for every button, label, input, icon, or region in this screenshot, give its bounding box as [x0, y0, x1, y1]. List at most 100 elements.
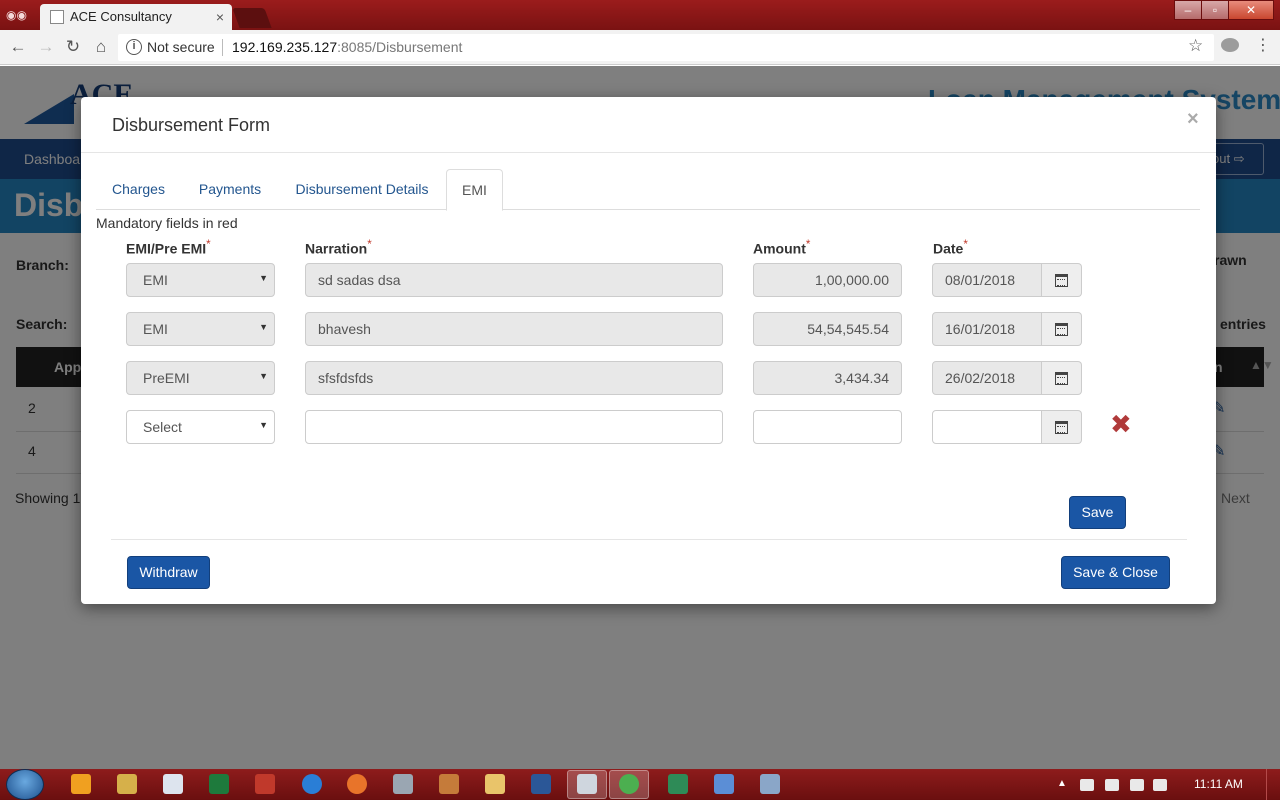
- address-bar[interactable]: i Not secure 192.169.235.127:8085/Disbur…: [118, 34, 1214, 61]
- app-icon[interactable]: [393, 774, 413, 794]
- browser-toolbar: ← → ↻ ⌂ i Not secure 192.169.235.127:808…: [0, 30, 1280, 65]
- emi-type-select[interactable]: PreEMI ▼: [126, 361, 275, 395]
- file-explorer-icon[interactable]: [485, 774, 505, 794]
- mandatory-note: Mandatory fields in red: [96, 215, 238, 231]
- new-emi-type-placeholder: Select: [143, 419, 182, 435]
- taskbar-clock[interactable]: 11:11 AM: [1194, 777, 1243, 791]
- tab-disbursement-details[interactable]: Disbursement Details: [280, 169, 444, 210]
- show-desktop-button[interactable]: [1266, 769, 1280, 800]
- new-narration-input[interactable]: [305, 410, 723, 444]
- narration-field[interactable]: sd sadas dsa: [305, 263, 723, 297]
- date-picker-button[interactable]: [1042, 312, 1082, 346]
- signal-icon[interactable]: [1130, 779, 1144, 791]
- tab-emi[interactable]: EMI: [446, 169, 503, 211]
- column-header-emi-type: EMI/Pre EMI*: [126, 238, 211, 257]
- chevron-down-icon: ▼: [259, 371, 268, 381]
- network-warning-icon[interactable]: [1080, 779, 1094, 791]
- security-label: Not secure: [147, 39, 215, 55]
- windows-taskbar: ▲ 11:11 AM: [0, 769, 1280, 800]
- tab-charges[interactable]: Charges: [96, 169, 181, 210]
- calendar-icon: [1055, 274, 1068, 287]
- chevron-down-icon: ▼: [259, 420, 268, 430]
- browser-menu-icon[interactable]: ⋮: [1255, 38, 1271, 54]
- emi-type-select[interactable]: EMI ▼: [126, 263, 275, 297]
- new-tab-button[interactable]: [232, 8, 272, 28]
- emi-type-value: EMI: [143, 321, 168, 337]
- browser-tabstrip: ◉◉ ACE Consultancy × – ▫ ✕: [0, 0, 1280, 30]
- browser-tab[interactable]: ACE Consultancy ×: [40, 4, 232, 30]
- url-path: :8085/Disbursement: [337, 39, 463, 55]
- date-picker-button[interactable]: [1042, 410, 1082, 444]
- tray-app-icon[interactable]: [1105, 779, 1119, 791]
- app-icon[interactable]: [117, 774, 137, 794]
- disbursement-form-modal: Disbursement Form × Charges Payments Dis…: [81, 97, 1216, 604]
- document-icon[interactable]: [163, 774, 183, 794]
- column-header-narration-label: Narration: [305, 240, 368, 257]
- info-icon[interactable]: i: [126, 39, 142, 55]
- excel-icon[interactable]: [209, 774, 229, 794]
- modal-title: Disbursement Form: [112, 115, 271, 135]
- narration-field[interactable]: sfsfdsfds: [305, 361, 723, 395]
- close-icon[interactable]: ×: [1187, 108, 1199, 131]
- amount-field[interactable]: 3,434.34: [753, 361, 902, 395]
- calendar-icon: [1055, 372, 1068, 385]
- required-marker: *: [206, 238, 211, 251]
- calendar-icon: [1055, 323, 1068, 336]
- column-header-amount: Amount*: [753, 238, 810, 257]
- internet-explorer-icon[interactable]: [302, 774, 322, 794]
- media-player-icon[interactable]: [71, 774, 91, 794]
- start-button[interactable]: [6, 769, 44, 800]
- column-header-emi-type-label: EMI/Pre EMI: [126, 240, 207, 257]
- remote-desktop-icon[interactable]: [760, 774, 780, 794]
- modal-header: Disbursement Form ×: [81, 97, 1216, 153]
- date-picker-button[interactable]: [1042, 361, 1082, 395]
- new-amount-input[interactable]: [753, 410, 902, 444]
- new-emi-type-select[interactable]: Select ▼: [126, 410, 275, 444]
- column-header-amount-label: Amount: [753, 240, 806, 257]
- tray-expand-icon[interactable]: ▲: [1057, 778, 1067, 789]
- date-field[interactable]: 08/01/2018: [932, 263, 1042, 297]
- emi-type-select[interactable]: EMI ▼: [126, 312, 275, 346]
- tab-title: ACE Consultancy: [70, 9, 172, 24]
- notepad-icon[interactable]: [577, 774, 597, 794]
- required-marker: *: [805, 238, 811, 251]
- url-host: 192.169.235.127: [232, 39, 338, 55]
- date-field[interactable]: 26/02/2018: [932, 361, 1042, 395]
- new-date-input[interactable]: [932, 410, 1042, 444]
- window-close-button[interactable]: ✕: [1228, 0, 1274, 20]
- terminal-icon[interactable]: [668, 774, 688, 794]
- url-separator: [222, 39, 223, 56]
- date-field[interactable]: 16/01/2018: [932, 312, 1042, 346]
- window-maximize-button[interactable]: ▫: [1201, 0, 1229, 20]
- modal-footer-divider: [111, 539, 1187, 540]
- form-tabs: Charges Payments Disbursement Details EM…: [96, 169, 1200, 211]
- tab-payments[interactable]: Payments: [189, 169, 271, 210]
- tab-close-icon[interactable]: ×: [216, 8, 224, 26]
- save-close-button[interactable]: Save & Close: [1061, 556, 1170, 589]
- forward-arrow-icon[interactable]: →: [35, 36, 57, 58]
- withdraw-button[interactable]: Withdraw: [127, 556, 210, 589]
- narration-field[interactable]: bhavesh: [305, 312, 723, 346]
- word-icon[interactable]: [531, 774, 551, 794]
- app-icon[interactable]: [439, 774, 459, 794]
- amount-field[interactable]: 54,54,545.54: [753, 312, 902, 346]
- chrome-icon[interactable]: [619, 774, 639, 794]
- bookmark-star-icon[interactable]: ☆: [1188, 36, 1203, 56]
- reload-icon[interactable]: ↻: [62, 36, 84, 58]
- volume-icon[interactable]: [1153, 779, 1167, 791]
- save-button[interactable]: Save: [1069, 496, 1126, 529]
- amount-field[interactable]: 1,00,000.00: [753, 263, 902, 297]
- remove-row-icon[interactable]: ✖: [1110, 411, 1132, 437]
- chevron-down-icon: ▼: [259, 273, 268, 283]
- column-header-date-label: Date: [933, 240, 964, 257]
- calendar-icon: [1055, 421, 1068, 434]
- window-minimize-button[interactable]: –: [1174, 0, 1202, 20]
- firefox-icon[interactable]: [347, 774, 367, 794]
- back-arrow-icon[interactable]: ←: [7, 36, 29, 58]
- extension-icon[interactable]: [1221, 38, 1239, 52]
- date-picker-button[interactable]: [1042, 263, 1082, 297]
- keyboard-icon[interactable]: [714, 774, 734, 794]
- url-text: 192.169.235.127:8085/Disbursement: [232, 39, 462, 55]
- home-icon[interactable]: ⌂: [90, 36, 112, 58]
- filezilla-icon[interactable]: [255, 774, 275, 794]
